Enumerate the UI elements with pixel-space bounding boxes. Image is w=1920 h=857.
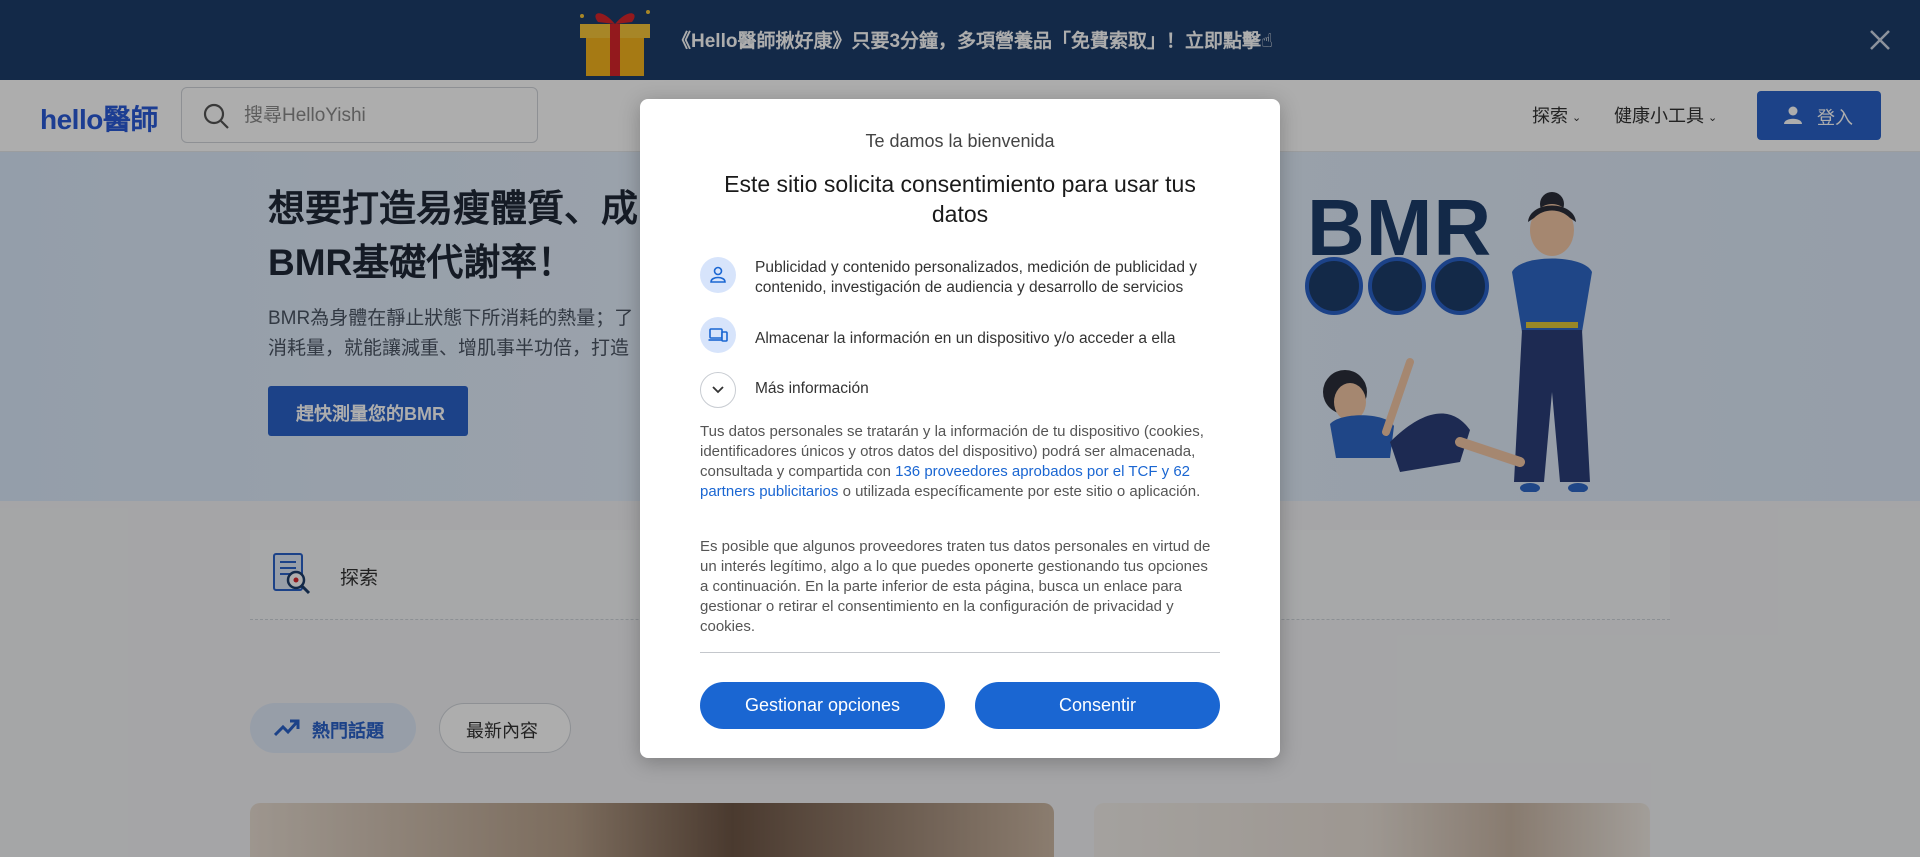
purpose-store-info: Almacenar la información en un dispositi…: [755, 330, 1176, 347]
divider: [700, 652, 1220, 653]
manage-options-button[interactable]: Gestionar opciones: [700, 682, 945, 729]
devices-icon: [700, 317, 736, 353]
consent-dialog: Te damos la bienvenida Este sitio solici…: [640, 99, 1280, 758]
consent-welcome: Te damos la bienvenida: [865, 131, 1055, 151]
consent-paragraph-1-end: o utilizada específicamente por este sit…: [838, 483, 1201, 500]
consent-button[interactable]: Consentir: [975, 682, 1220, 729]
purpose-personalized-ads: Publicidad y contenido personalizados, m…: [755, 259, 1198, 296]
consent-paragraph-2: Es posible que algunos proveedores trate…: [700, 538, 1211, 635]
person-icon: [700, 257, 736, 293]
more-info-label[interactable]: Más información: [755, 380, 869, 398]
consent-title: Este sitio solicita consentimiento para …: [724, 171, 1196, 227]
more-info-toggle[interactable]: [700, 372, 736, 408]
consent-paragraph-1: Tus datos personales se tratarán y la in…: [700, 422, 1220, 502]
chevron-down-icon: [712, 386, 724, 394]
